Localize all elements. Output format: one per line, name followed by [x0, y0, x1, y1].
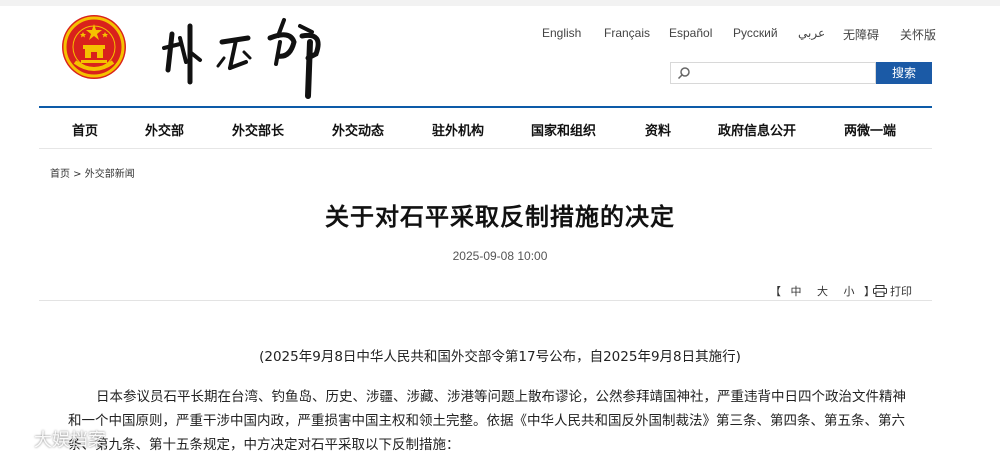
font-size-medium[interactable]: 大	[817, 285, 828, 298]
lang-spanish[interactable]: Español	[669, 26, 712, 40]
font-size-open-bracket: 【	[770, 285, 781, 298]
breadcrumb[interactable]: 首页 > 外交部新闻	[50, 165, 135, 180]
weibo-icon	[8, 433, 30, 449]
search-button[interactable]: 搜索	[876, 62, 932, 84]
watermark: 大娱档案	[8, 426, 106, 452]
print-label: 打印	[890, 285, 912, 298]
nav-item-countries-organizations[interactable]: 国家和组织	[531, 120, 596, 139]
print-button[interactable]: 打印	[873, 283, 912, 299]
language-switcher: English Français Español Русский عربي 无障…	[530, 26, 940, 42]
nav-item-government-info[interactable]: 政府信息公开	[718, 120, 796, 139]
watermark-text: 大娱档案	[34, 430, 106, 451]
page-title: 关于对石平采取反制措施的决定	[325, 203, 675, 231]
lang-elderly-care[interactable]: 关怀版	[900, 26, 936, 43]
nav-item-diplomatic-news[interactable]: 外交动态	[332, 120, 384, 139]
lang-french[interactable]: Français	[604, 26, 650, 40]
font-size-switcher: 【 中 大 小 】	[770, 283, 875, 299]
publish-date: 2025-09-08 10:00	[452, 249, 548, 263]
font-size-small[interactable]: 小	[844, 285, 855, 298]
national-emblem-icon[interactable]	[61, 14, 127, 80]
nav-item-resources[interactable]: 资料	[645, 120, 671, 139]
decree-subtitle: (2025年9月8日中华人民共和国外交部令第17号公布，自2025年9月8日其施…	[259, 349, 741, 365]
article-body: 日本参议员石平长期在台湾、钓鱼岛、历史、涉疆、涉藏、涉港等问题上散布谬论，公然参…	[68, 385, 918, 457]
search-icon	[677, 67, 690, 80]
lang-russian[interactable]: Русский	[733, 26, 778, 40]
article-paragraph: 日本参议员石平长期在台湾、钓鱼岛、历史、涉疆、涉藏、涉港等问题上散布谬论，公然参…	[68, 389, 906, 453]
nav-item-social-media[interactable]: 两微一端	[844, 120, 896, 139]
search-input[interactable]	[695, 65, 871, 81]
ministry-calligraphy-logo[interactable]	[160, 12, 330, 100]
header-divider	[39, 300, 932, 301]
nav-item-home[interactable]: 首页	[72, 120, 98, 139]
nav-item-missions-abroad[interactable]: 驻外机构	[432, 120, 484, 139]
nav-item-minister[interactable]: 外交部长	[232, 120, 284, 139]
font-size-large[interactable]: 中	[791, 285, 802, 298]
lang-accessibility[interactable]: 无障碍	[843, 26, 879, 43]
lang-english[interactable]: English	[542, 26, 581, 40]
nav-bottom-rule	[39, 148, 932, 149]
printer-icon	[873, 285, 887, 297]
lang-arabic[interactable]: عربي	[798, 26, 825, 40]
top-strip	[0, 0, 1000, 6]
main-nav: 首页 外交部 外交部长 外交动态 驻外机构 国家和组织 资料 政府信息公开 两微…	[39, 108, 932, 148]
search-box	[670, 62, 876, 84]
nav-item-ministry[interactable]: 外交部	[145, 120, 184, 139]
